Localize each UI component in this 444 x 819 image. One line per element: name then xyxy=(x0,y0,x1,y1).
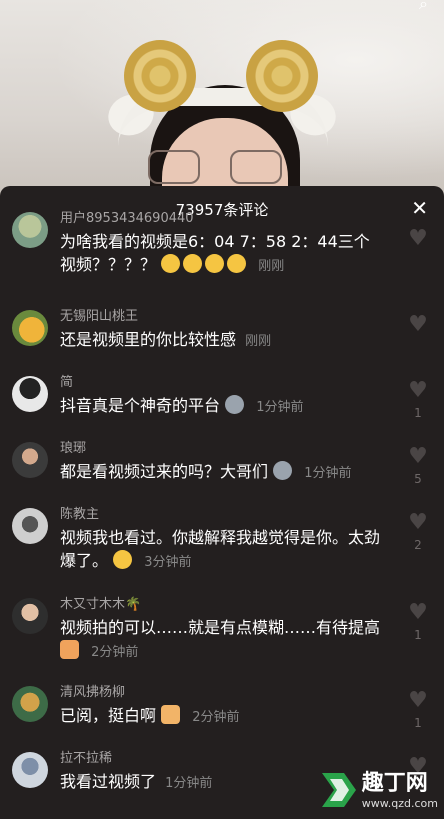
drool-emoji-icon xyxy=(205,254,225,273)
avatar[interactable] xyxy=(12,598,48,634)
comment-time: 刚刚 xyxy=(245,334,272,349)
heart-icon[interactable]: ♥ xyxy=(408,446,428,468)
comment-list[interactable]: 用户8953434690440 为啥我看的视频是6：04 7：58 2：44三个… xyxy=(0,211,444,810)
comment-text: 还是视频里的你比较性感 刚刚 xyxy=(60,328,382,353)
like-button[interactable]: ♥ xyxy=(406,228,430,254)
comment-text-content: 还是视频里的你比较性感 xyxy=(60,330,237,349)
comment-panel: 73957条评论 ✕ 用户8953434690440 为啥我看的视频是6：04 … xyxy=(0,186,444,819)
comment-time: 1分钟前 xyxy=(256,400,304,415)
avatar[interactable] xyxy=(12,752,48,788)
comment-text: 视频拍的可以……就是有点模糊……有待提高 2分钟前 xyxy=(60,616,382,664)
heart-icon[interactable]: ♥ xyxy=(408,228,428,250)
avatar[interactable] xyxy=(12,310,48,346)
drool-emoji-icon xyxy=(161,254,181,273)
comment-username[interactable]: 琅琊 xyxy=(60,440,382,458)
glasses-right xyxy=(230,150,282,184)
headband-horn-right xyxy=(246,40,318,112)
drool-emoji-icon xyxy=(227,254,247,273)
comment-text-content: 都是看视频过来的吗？大哥们 xyxy=(60,462,269,481)
like-count: 1 xyxy=(414,628,422,642)
search-icon[interactable]: ⌕ xyxy=(419,0,428,14)
comment-text: 都是看视频过来的吗？大哥们 1分钟前 xyxy=(60,460,382,485)
comment-time: 刚刚 xyxy=(258,259,285,274)
husky-emoji-icon xyxy=(225,395,245,414)
close-icon[interactable]: ✕ xyxy=(411,196,428,220)
heart-icon[interactable]: ♥ xyxy=(408,380,428,402)
heart-icon[interactable]: ♥ xyxy=(408,512,428,534)
comment-time: 3分钟前 xyxy=(144,555,192,570)
like-button[interactable]: ♥ xyxy=(406,314,430,340)
like-count: 1 xyxy=(414,406,422,420)
watermark-url: www.qzd.com xyxy=(361,796,438,810)
heart-icon[interactable]: ♥ xyxy=(408,314,428,336)
clap-emoji-icon xyxy=(161,705,181,724)
comment-time: 1分钟前 xyxy=(165,776,213,791)
comment-text: 视频我也看过。你越解释我越觉得是你。太劲爆了。 3分钟前 xyxy=(60,526,382,574)
heart-icon[interactable]: ♥ xyxy=(408,602,428,624)
comment-text: 抖音真是个神奇的平台 1分钟前 xyxy=(60,394,382,419)
watermark-brand: 趣丁网 xyxy=(361,770,428,796)
comment-item: 陈教主 视频我也看过。你越解释我越觉得是你。太劲爆了。 3分钟前 ♥ 2 xyxy=(0,506,444,596)
comment-item: 琅琊 都是看视频过来的吗？大哥们 1分钟前 ♥ 5 xyxy=(0,440,444,506)
site-watermark: 趣丁网 www.qzd.com xyxy=(316,767,438,813)
laugh-cry-emoji-icon xyxy=(113,550,133,569)
comment-username[interactable]: 无锡阳山桃王 xyxy=(60,308,382,326)
comment-time: 2分钟前 xyxy=(91,645,139,660)
avatar[interactable] xyxy=(12,376,48,412)
comment-username[interactable]: 木又寸木木🌴 xyxy=(60,596,382,614)
like-button[interactable]: ♥ 2 xyxy=(406,512,430,553)
comment-username[interactable]: 用户8953434690440 xyxy=(60,210,382,228)
like-button[interactable]: ♥ 1 xyxy=(406,602,430,643)
drool-emoji-icon xyxy=(183,254,203,273)
comment-username[interactable]: 清风拂杨柳 xyxy=(60,684,382,702)
comment-item: 清风拂杨柳 已阅，挺白啊 2分钟前 ♥ 1 xyxy=(0,684,444,750)
headband-horn-left xyxy=(124,40,196,112)
comment-text-content: 我看过视频了 xyxy=(60,772,157,791)
avatar[interactable] xyxy=(12,442,48,478)
heart-icon[interactable]: ♥ xyxy=(408,690,428,712)
husky-emoji-icon xyxy=(273,461,293,480)
glasses-left xyxy=(148,150,200,184)
comment-item: 无锡阳山桃王 还是视频里的你比较性感 刚刚 ♥ xyxy=(0,308,444,374)
comment-item: 用户8953434690440 为啥我看的视频是6：04 7：58 2：44三个… xyxy=(0,211,444,308)
comment-username[interactable]: 简 xyxy=(60,374,382,392)
comment-text: 已阅，挺白啊 2分钟前 xyxy=(60,704,382,729)
avatar[interactable] xyxy=(12,212,48,248)
avatar[interactable] xyxy=(12,686,48,722)
avatar[interactable] xyxy=(12,508,48,544)
comment-time: 1分钟前 xyxy=(304,466,352,481)
like-count: 1 xyxy=(414,716,422,730)
comment-username[interactable]: 拉不拉稀 xyxy=(60,750,382,768)
like-count: 5 xyxy=(414,472,422,486)
like-button[interactable]: ♥ 1 xyxy=(406,380,430,421)
brand-logo-icon xyxy=(316,767,362,813)
comment-text-content: 抖音真是个神奇的平台 xyxy=(60,396,221,415)
comment-text: 为啥我看的视频是6：04 7：58 2：44三个视频？？？？ 刚刚 xyxy=(60,230,382,278)
like-count: 2 xyxy=(414,538,422,552)
comment-text-content: 视频拍的可以……就是有点模糊……有待提高 xyxy=(60,618,381,637)
comment-item: 木又寸木木🌴 视频拍的可以……就是有点模糊……有待提高 2分钟前 ♥ 1 xyxy=(0,596,444,684)
comment-text-content: 已阅，挺白啊 xyxy=(60,706,157,725)
comment-username[interactable]: 陈教主 xyxy=(60,506,382,524)
comment-text-content: 视频我也看过。你越解释我越觉得是你。太劲爆了。 xyxy=(60,528,381,570)
like-button[interactable]: ♥ 1 xyxy=(406,690,430,731)
video-preview[interactable]: ⌕ xyxy=(0,0,444,200)
comment-time: 2分钟前 xyxy=(192,710,240,725)
thumbs-up-emoji-icon xyxy=(60,640,79,659)
like-button[interactable]: ♥ 5 xyxy=(406,446,430,487)
comment-item: 简 抖音真是个神奇的平台 1分钟前 ♥ 1 xyxy=(0,374,444,440)
